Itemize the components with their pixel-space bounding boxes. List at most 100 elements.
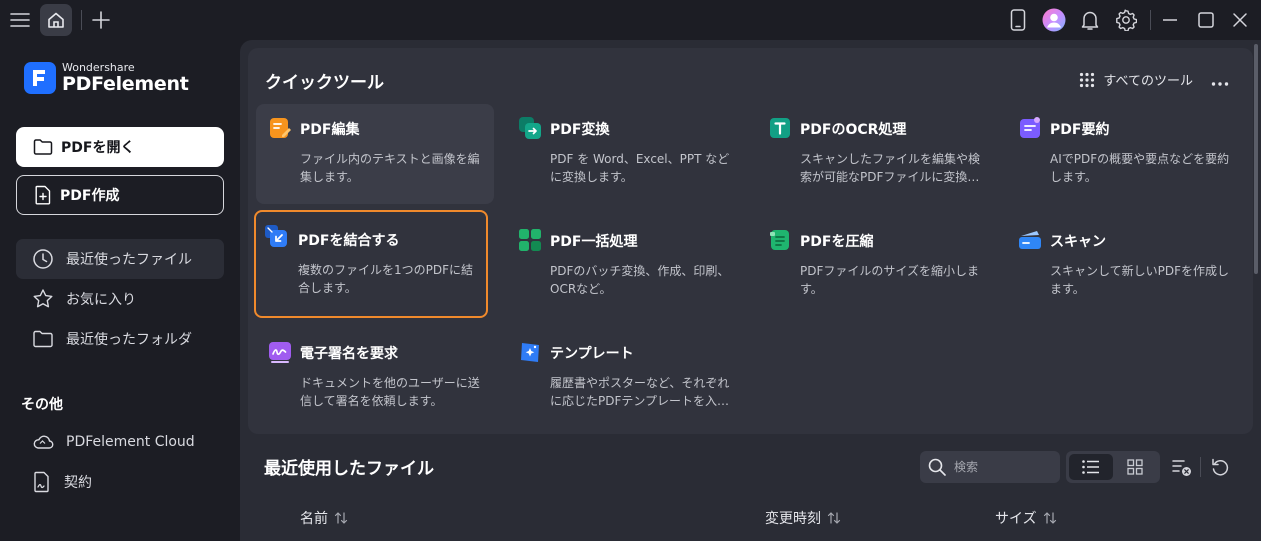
open-pdf-button[interactable]: PDFを開く xyxy=(16,127,224,167)
app-logo: Wondershare PDFelement xyxy=(24,61,189,95)
tool-pdf-edit[interactable]: PDF編集 ファイル内のテキストと画像を編集します。 xyxy=(256,104,494,204)
scanner-tool-icon xyxy=(1019,231,1041,249)
search-input[interactable] xyxy=(954,460,1054,474)
column-label: サイズ xyxy=(995,511,1037,527)
template-tool-icon xyxy=(521,343,539,362)
clear-list-button[interactable] xyxy=(1170,455,1194,479)
tool-scan[interactable]: スキャン スキャンして新しいPDFを作成します。 xyxy=(1006,216,1244,316)
search-box[interactable] xyxy=(920,451,1060,483)
edit-tool-icon xyxy=(270,118,291,138)
refresh-button[interactable] xyxy=(1208,455,1232,479)
sort-icon xyxy=(827,512,841,524)
search-icon xyxy=(928,458,946,476)
tool-pdf-ocr[interactable]: PDFのOCR処理 スキャンしたファイルを編集や検索が可能なPDFファイルに変換… xyxy=(756,104,994,204)
batch-tool-icon xyxy=(519,229,541,251)
tool-name: PDFのOCR処理 xyxy=(800,122,907,138)
sidebar-item-recent-folders[interactable]: 最近使ったフォルダ xyxy=(16,319,224,359)
brand-name: Wondershare xyxy=(62,61,135,74)
more-options-button[interactable] xyxy=(1211,72,1229,91)
notification-button[interactable] xyxy=(1078,8,1102,32)
tool-description: スキャンしたファイルを編集や検索が可能なPDFファイルに変換… xyxy=(800,152,981,184)
open-pdf-label: PDFを開く xyxy=(61,140,135,156)
quick-tools-card: クイックツール すべてのツール PDF編集 ファイル内のテキストと画像を編集しま… xyxy=(248,48,1253,434)
tool-name: スキャン xyxy=(1050,234,1106,250)
close-icon xyxy=(1233,13,1247,27)
grid-dots-icon xyxy=(1080,72,1095,87)
bell-icon xyxy=(1081,11,1099,30)
list-view-button[interactable] xyxy=(1069,454,1113,480)
grid-view-button[interactable] xyxy=(1113,454,1157,480)
tool-pdf-batch[interactable]: PDF一括処理 PDFのバッチ変換、作成、印刷、OCRなど。 xyxy=(506,216,744,316)
sort-icon xyxy=(1043,512,1056,524)
column-header-size[interactable]: サイズ xyxy=(995,508,1057,528)
tool-description: PDF を Word、Excel、PPT などに変換します。 xyxy=(550,152,730,184)
summary-tool-icon xyxy=(1020,117,1040,138)
tool-pdf-compress[interactable]: PDFを圧縮 PDFファイルのサイズを縮小します。 xyxy=(756,216,994,316)
product-name: PDFelement xyxy=(62,73,189,95)
view-mode-toggle xyxy=(1066,451,1160,483)
recent-files-title: 最近使用したファイル xyxy=(264,459,434,479)
more-horizontal-icon xyxy=(1211,82,1229,86)
merge-tool-icon xyxy=(265,225,287,247)
column-header-modified[interactable]: 変更時刻 xyxy=(765,508,841,528)
home-tab-button[interactable] xyxy=(40,4,72,36)
avatar[interactable] xyxy=(1042,8,1066,32)
folder-icon xyxy=(33,330,53,348)
convert-tool-icon xyxy=(519,117,541,139)
mobile-device-button[interactable] xyxy=(1006,8,1030,32)
grid-icon xyxy=(1127,459,1143,475)
tool-pdf-summary[interactable]: PDF要約 AIでPDFの概要や要点などを要約します。 xyxy=(1006,104,1244,204)
tool-name: PDF要約 xyxy=(1050,122,1110,138)
scrollbar[interactable] xyxy=(1254,44,1258,274)
tool-description: 複数のファイルを1つのPDFに結合します。 xyxy=(298,263,474,295)
title-bar xyxy=(0,0,1261,40)
tool-templates[interactable]: テンプレート 履歴書やポスターなど、それぞれに応じたPDFテンプレートを入… xyxy=(506,328,744,428)
new-file-icon xyxy=(35,185,51,205)
section-label-other: その他 xyxy=(21,397,63,413)
minimize-button[interactable] xyxy=(1158,8,1182,32)
quick-tools-title: クイックツール xyxy=(265,73,384,93)
settings-button[interactable] xyxy=(1114,8,1138,32)
signature-tool-icon xyxy=(269,342,291,363)
home-icon xyxy=(48,12,64,28)
maximize-icon xyxy=(1198,12,1214,28)
column-label: 名前 xyxy=(300,511,328,527)
create-pdf-button[interactable]: PDF作成 xyxy=(16,175,224,215)
tool-description: ファイル内のテキストと画像を編集します。 xyxy=(300,152,480,184)
column-label: 変更時刻 xyxy=(765,511,821,527)
tool-description: PDFファイルのサイズを縮小します。 xyxy=(800,264,980,296)
all-tools-label: すべてのツール xyxy=(1103,74,1193,89)
tool-name: 電子署名を要求 xyxy=(300,346,398,362)
maximize-button[interactable] xyxy=(1194,8,1218,32)
tool-description: PDFのバッチ変換、作成、印刷、OCRなど。 xyxy=(550,264,730,296)
sidebar-item-favorites[interactable]: お気に入り xyxy=(16,279,224,319)
divider xyxy=(81,10,82,30)
tool-name: PDFを圧縮 xyxy=(800,234,874,250)
sort-icon xyxy=(334,512,348,524)
refresh-icon xyxy=(1212,458,1229,476)
sidebar-item-label: PDFelement Cloud xyxy=(66,434,195,450)
create-pdf-label: PDF作成 xyxy=(60,188,120,204)
sidebar-item-label: お気に入り xyxy=(66,292,136,308)
sidebar-item-recent-files[interactable]: 最近使ったファイル xyxy=(16,239,224,279)
tool-description: スキャンして新しいPDFを作成します。 xyxy=(1050,264,1230,296)
new-tab-button[interactable] xyxy=(89,8,113,32)
tool-request-signature[interactable]: 電子署名を要求 ドキュメントを他のユーザーに送信して署名を依頼します。 xyxy=(256,328,494,428)
tool-pdf-merge[interactable]: PDFを結合する 複数のファイルを1つのPDFに結合します。 xyxy=(254,210,488,318)
clear-list-icon xyxy=(1172,460,1191,476)
sidebar-item-cloud[interactable]: PDFelement Cloud xyxy=(16,422,224,462)
user-avatar-icon xyxy=(1042,8,1066,32)
menu-icon[interactable] xyxy=(8,8,32,32)
sidebar-item-label: 最近使ったフォルダ xyxy=(66,332,192,348)
tool-name: PDF一括処理 xyxy=(550,234,638,250)
column-header-name[interactable]: 名前 xyxy=(300,508,348,528)
ocr-tool-icon xyxy=(770,118,790,138)
close-button[interactable] xyxy=(1228,8,1252,32)
tool-description: ドキュメントを他のユーザーに送信して署名を依頼します。 xyxy=(300,376,480,408)
tool-pdf-convert[interactable]: PDF変換 PDF を Word、Excel、PPT などに変換します。 xyxy=(506,104,744,204)
clock-icon xyxy=(33,249,53,269)
sidebar-item-label: 最近使ったファイル xyxy=(66,252,192,268)
phone-icon xyxy=(1010,9,1026,31)
all-tools-button[interactable]: すべてのツール xyxy=(1079,70,1193,89)
sidebar-item-contract[interactable]: 契約 xyxy=(16,462,224,502)
